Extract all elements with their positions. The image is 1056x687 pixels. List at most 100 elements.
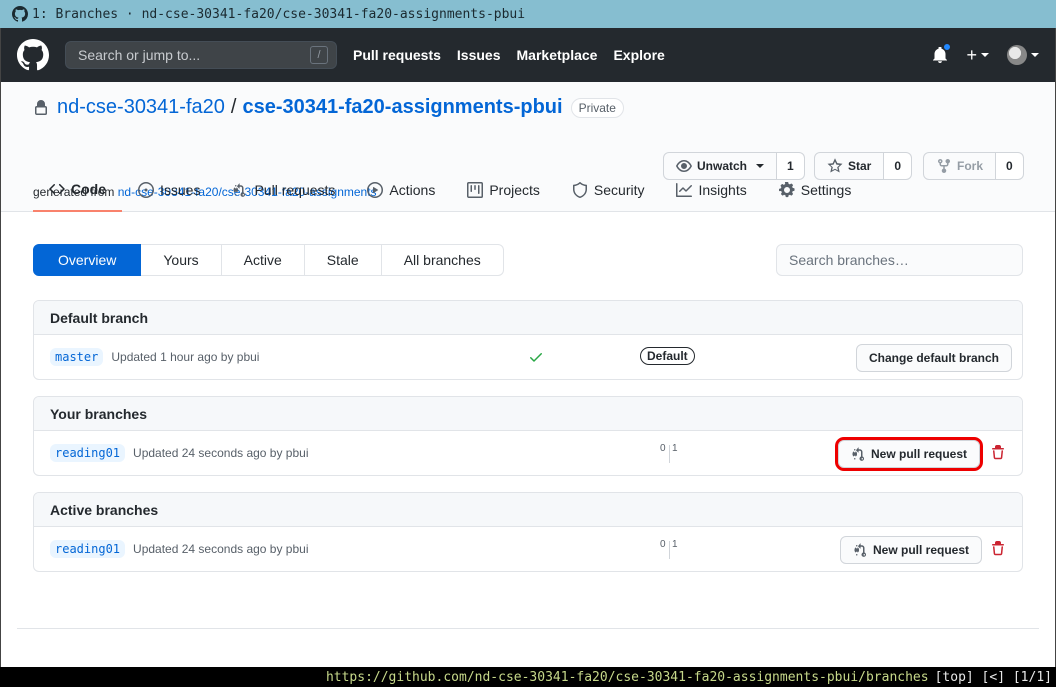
user-menu[interactable]	[1007, 45, 1039, 65]
new-pull-request-button[interactable]: New pull request	[834, 437, 984, 471]
filter-active[interactable]: Active	[221, 244, 305, 276]
tab-security-label: Security	[593, 182, 645, 198]
section-title: Default branch	[34, 301, 1022, 335]
search-shortcut-key: /	[310, 46, 328, 64]
default-badge: Default	[640, 347, 695, 365]
code-icon	[49, 183, 65, 195]
filter-all-branches[interactable]: All branches	[381, 244, 504, 276]
tab-code[interactable]: Code	[33, 168, 122, 212]
lock-icon	[35, 99, 47, 115]
branch-updated-text: Updated 1 hour ago by pbui	[111, 350, 260, 364]
behind-count: 0	[660, 443, 666, 454]
tab-settings-label: Settings	[800, 182, 852, 198]
tab-projects-label: Projects	[489, 182, 540, 198]
chevron-down-icon	[1031, 53, 1039, 57]
status-url: https://github.com/nd-cse-30341-fa20/cse…	[325, 669, 929, 685]
github-header: Search or jump to... / Pull requests Iss…	[1, 28, 1055, 82]
status-meta: [top] [<] [1/1]	[934, 669, 1052, 685]
filter-yours[interactable]: Yours	[141, 244, 222, 276]
repo-name-link[interactable]: cse-30341-fa20-assignments-pbui	[242, 96, 562, 119]
trash-icon[interactable]	[990, 445, 1006, 461]
nav-pull-requests[interactable]: Pull requests	[353, 47, 441, 63]
global-search-input[interactable]: Search or jump to... /	[65, 41, 337, 69]
forks-count[interactable]: 0	[996, 152, 1024, 180]
filter-stale[interactable]: Stale	[304, 244, 382, 276]
list-item: reading01 Updated 24 seconds ago by pbui…	[34, 527, 1022, 571]
section-title: Your branches	[34, 397, 1022, 431]
section-title: Active branches	[34, 493, 1022, 527]
tab-security[interactable]: Security	[556, 168, 661, 212]
tab-issues[interactable]: Issues	[122, 168, 216, 212]
issue-icon	[138, 182, 154, 198]
active-branches-box: Active branches reading01 Updated 24 sec…	[33, 492, 1023, 572]
pull-request-icon	[854, 543, 867, 557]
branch-updated-text: Updated 24 seconds ago by pbui	[133, 542, 309, 556]
new-pull-request-button[interactable]: New pull request	[840, 536, 983, 564]
behind-count: 0	[660, 539, 666, 550]
nav-issues[interactable]: Issues	[457, 47, 501, 63]
tab-pull-requests[interactable]: Pull requests	[216, 168, 351, 212]
stars-count[interactable]: 0	[884, 152, 913, 180]
window-titlebar: 1: Branches · nd-cse-30341-fa20/cse-3034…	[0, 0, 1056, 28]
notification-dot	[943, 43, 952, 51]
play-icon	[367, 182, 384, 198]
ahead-behind-divider	[669, 445, 670, 463]
project-icon	[467, 182, 484, 198]
new-pull-request-label: New pull request	[871, 447, 968, 461]
tab-pull-requests-label: Pull requests	[254, 182, 336, 198]
window-title: 1: Branches · nd-cse-30341-fa20/cse-3034…	[32, 6, 526, 22]
pull-request-icon	[233, 183, 246, 197]
visibility-badge: Private	[570, 97, 624, 118]
tab-insights-label: Insights	[698, 182, 747, 198]
branch-name-link[interactable]: reading01	[50, 444, 126, 462]
browser-frame: Search or jump to... / Pull requests Iss…	[0, 28, 1056, 667]
fork-button-group: Fork 0	[923, 152, 1024, 180]
repo-owner-link[interactable]: nd-cse-30341-fa20	[57, 96, 225, 119]
repo-tabs: Code Issues Pull requests Actions Projec…	[33, 168, 867, 212]
create-new-menu[interactable]: +	[966, 45, 989, 66]
tab-issues-label: Issues	[160, 182, 201, 198]
list-item: reading01 Updated 24 seconds ago by pbui…	[34, 431, 1022, 475]
fork-icon	[938, 158, 950, 174]
pull-request-icon	[852, 447, 865, 461]
github-logo-icon[interactable]	[17, 39, 49, 71]
branch-name-link[interactable]: reading01	[50, 540, 126, 558]
fork-label: Fork	[957, 159, 984, 173]
header-actions: +	[932, 43, 1039, 66]
repo-title: nd-cse-30341-fa20 / cse-30341-fa20-assig…	[33, 96, 624, 119]
branch-search-input[interactable]: Search branches…	[776, 244, 1023, 276]
header-nav: Pull requests Issues Marketplace Explore	[353, 47, 681, 63]
chevron-down-icon	[981, 53, 989, 57]
search-placeholder: Search or jump to...	[78, 47, 201, 63]
trash-icon[interactable]	[990, 541, 1006, 557]
nav-explore[interactable]: Explore	[613, 47, 664, 63]
avatar	[1007, 45, 1027, 65]
branch-name-link[interactable]: master	[50, 348, 104, 366]
tab-code-label: Code	[71, 181, 106, 197]
plus-icon: +	[966, 44, 977, 65]
ahead-behind-indicator: 0 1	[660, 539, 680, 561]
tab-settings[interactable]: Settings	[763, 168, 868, 212]
filter-overview[interactable]: Overview	[33, 244, 142, 276]
check-icon[interactable]	[528, 349, 544, 365]
branch-filter-nav: Overview Yours Active Stale All branches	[33, 244, 504, 276]
change-default-branch-button[interactable]: Change default branch	[856, 344, 1013, 372]
your-branches-box: Your branches reading01 Updated 24 secon…	[33, 396, 1023, 476]
branch-updated-text: Updated 24 seconds ago by pbui	[133, 446, 309, 460]
gear-icon	[778, 182, 795, 198]
tab-actions[interactable]: Actions	[351, 168, 451, 212]
notifications-bell-icon[interactable]	[932, 43, 952, 63]
fork-button[interactable]: Fork	[923, 152, 997, 180]
shield-icon	[572, 182, 587, 198]
browser-statusbar: https://github.com/nd-cse-30341-fa20/cse…	[0, 667, 1056, 687]
tab-insights[interactable]: Insights	[660, 168, 762, 212]
new-pull-request-label: New pull request	[873, 543, 970, 557]
default-branch-box: Default branch master Updated 1 hour ago…	[33, 300, 1023, 380]
ahead-behind-divider	[669, 541, 670, 559]
nav-marketplace[interactable]: Marketplace	[517, 47, 598, 63]
ahead-count: 1	[672, 443, 678, 454]
repo-path-separator: /	[230, 96, 237, 118]
tab-projects[interactable]: Projects	[451, 168, 556, 212]
ahead-behind-indicator: 0 1	[660, 443, 680, 465]
ahead-count: 1	[672, 539, 678, 550]
